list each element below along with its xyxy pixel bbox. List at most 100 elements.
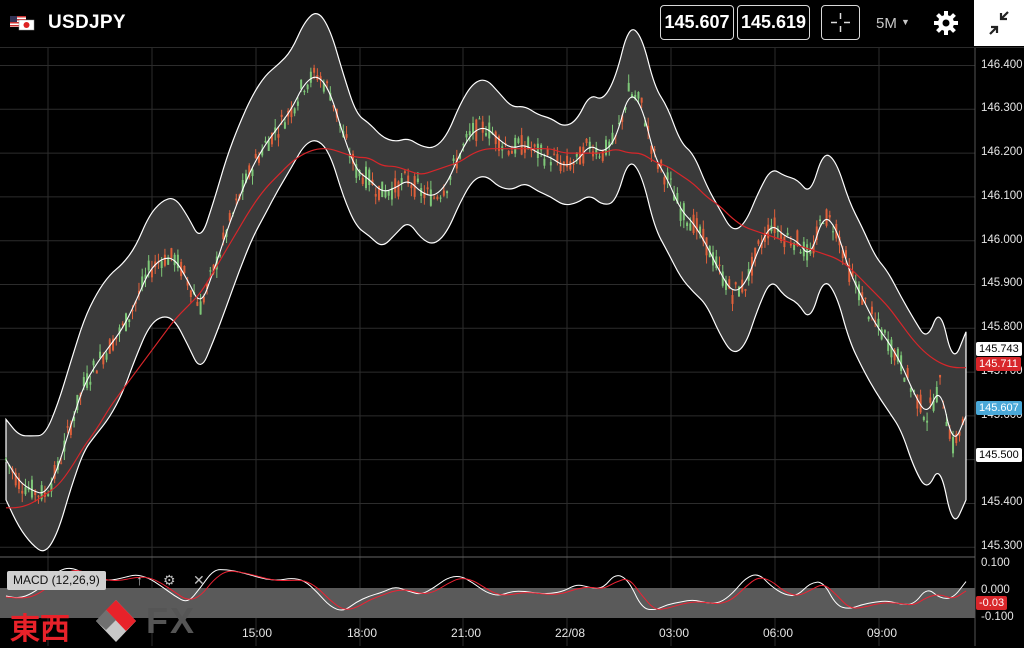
candle-body bbox=[303, 90, 306, 93]
candle-body bbox=[241, 179, 244, 192]
candle-body bbox=[731, 295, 734, 304]
logo-kanji: 東西 bbox=[10, 612, 70, 647]
arrow-up-icon[interactable]: ↑ bbox=[136, 572, 143, 588]
candle-body bbox=[134, 301, 137, 304]
candle-body bbox=[780, 233, 783, 242]
candle-body bbox=[851, 271, 854, 277]
candle-body bbox=[497, 136, 500, 151]
candle-body bbox=[137, 290, 140, 295]
candle-body bbox=[11, 468, 14, 473]
candle-body bbox=[95, 370, 98, 374]
candle-body bbox=[163, 254, 166, 266]
moving-average-line bbox=[6, 148, 966, 509]
crosshair-button[interactable] bbox=[821, 5, 860, 40]
candle-body bbox=[264, 140, 267, 143]
candle-body bbox=[857, 284, 860, 301]
price-tick: 146.200 bbox=[981, 146, 1023, 159]
candle-body bbox=[342, 131, 345, 138]
gear-icon[interactable] bbox=[933, 10, 959, 36]
timeframe-label: 5M bbox=[876, 15, 897, 32]
candle-body bbox=[540, 144, 543, 151]
candle-body bbox=[786, 232, 789, 236]
candle-body bbox=[744, 288, 747, 291]
close-icon[interactable]: ✕ bbox=[193, 572, 205, 589]
candle-body bbox=[679, 208, 682, 221]
candle-body bbox=[702, 228, 705, 242]
candle-body bbox=[202, 296, 205, 303]
candle-body bbox=[695, 218, 698, 232]
candle-body bbox=[605, 139, 607, 155]
candle-body bbox=[365, 166, 367, 189]
macd-tick: 0.000 bbox=[981, 584, 1010, 596]
candle-body bbox=[332, 104, 335, 108]
price-tick: 146.300 bbox=[981, 102, 1023, 115]
candle-body bbox=[293, 108, 296, 114]
candle-body bbox=[274, 127, 277, 133]
bollinger-middle-line bbox=[5, 76, 967, 494]
candle-body bbox=[553, 153, 556, 155]
candle-body bbox=[828, 215, 831, 218]
collapse-button[interactable] bbox=[974, 0, 1024, 46]
candle-body bbox=[199, 301, 202, 315]
symbol-title[interactable]: USDJPY bbox=[48, 12, 126, 34]
gear-icon[interactable]: ⚙ bbox=[163, 572, 176, 589]
candle-body bbox=[225, 230, 228, 237]
ask-price-button[interactable]: 145.619 bbox=[737, 5, 810, 40]
candle-body bbox=[322, 83, 325, 92]
candle-body bbox=[617, 123, 620, 125]
candle-body bbox=[121, 323, 124, 326]
candle-body bbox=[371, 179, 374, 185]
price-tick: 146.100 bbox=[981, 189, 1023, 202]
candle-body bbox=[556, 154, 559, 162]
candle-body bbox=[686, 222, 689, 226]
candle-body bbox=[692, 214, 695, 234]
candle-body bbox=[99, 351, 102, 359]
candle-body bbox=[845, 250, 847, 258]
candle-body bbox=[945, 421, 948, 427]
candle-body bbox=[160, 261, 163, 269]
candle-body bbox=[676, 192, 679, 204]
candle-body bbox=[796, 230, 799, 246]
bid-price-button[interactable]: 145.607 bbox=[660, 5, 734, 40]
candle-body bbox=[682, 203, 685, 221]
price-tick: 146.000 bbox=[981, 233, 1023, 246]
candle-body bbox=[410, 185, 413, 189]
crosshair-icon bbox=[831, 13, 850, 32]
candle-body bbox=[21, 490, 24, 494]
candle-body bbox=[815, 226, 818, 241]
candle-body bbox=[841, 249, 844, 259]
candle-body bbox=[475, 119, 478, 141]
candle-body bbox=[147, 260, 150, 271]
macd-indicator-label[interactable]: MACD (12,26,9) bbox=[7, 571, 106, 590]
candle-body bbox=[848, 264, 851, 282]
candle-body bbox=[481, 121, 484, 133]
candle-body bbox=[108, 339, 111, 354]
price-tick: 145.300 bbox=[981, 540, 1023, 553]
candle-body bbox=[942, 407, 945, 409]
candle-body bbox=[699, 226, 702, 234]
candle-body bbox=[546, 148, 549, 155]
candle-body bbox=[189, 290, 192, 298]
candle-body bbox=[257, 156, 260, 163]
candle-body bbox=[60, 462, 63, 464]
candle-body bbox=[630, 94, 633, 97]
candle-body bbox=[932, 400, 935, 411]
candle-body bbox=[621, 115, 624, 122]
logo-fx: FX bbox=[146, 600, 197, 641]
candle-body bbox=[183, 265, 186, 274]
candle-body bbox=[478, 118, 481, 120]
timeframe-selector[interactable]: 5M ▼ bbox=[876, 15, 910, 32]
candle-body bbox=[861, 292, 864, 305]
price-chart[interactable] bbox=[0, 0, 1024, 646]
time-tick: 22/08 bbox=[555, 626, 586, 640]
candle-body bbox=[919, 394, 922, 413]
candle-body bbox=[867, 316, 870, 320]
candle-body bbox=[30, 479, 33, 498]
candle-body bbox=[643, 123, 646, 127]
time-tick: 03:00 bbox=[659, 626, 690, 640]
candle-body bbox=[916, 394, 919, 409]
candle-body bbox=[112, 338, 115, 351]
candle-body bbox=[131, 309, 134, 312]
candle-body bbox=[439, 197, 442, 199]
candle-body bbox=[144, 274, 147, 280]
